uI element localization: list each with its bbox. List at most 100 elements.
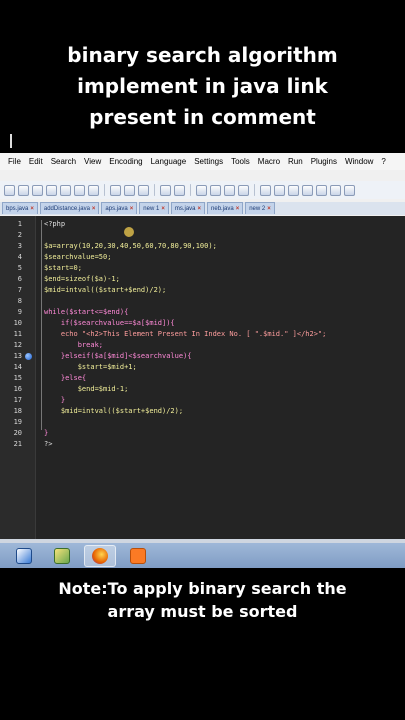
caption-line: binary search algorithm <box>67 43 338 67</box>
toolbar-separator <box>190 184 191 196</box>
close-tab-icon[interactable]: × <box>92 206 96 212</box>
sync-scroll-icon[interactable] <box>260 184 271 196</box>
taskbar-item-media-player[interactable] <box>8 545 40 567</box>
paste-icon[interactable] <box>138 184 149 196</box>
tab-file[interactable]: new 1 × <box>139 202 169 214</box>
indent-guide-icon[interactable] <box>302 184 313 196</box>
caption-line: implement in java link <box>77 74 328 98</box>
video-caption-top: binary search algorithm implement in jav… <box>0 40 405 133</box>
tab-label: addDistance.java <box>43 206 90 212</box>
menu-encoding[interactable]: Encoding <box>105 157 146 166</box>
code-line: } <box>44 429 49 437</box>
save-all-icon[interactable] <box>46 184 57 196</box>
new-file-icon[interactable] <box>4 184 15 196</box>
tab-label: ms.java <box>174 206 196 212</box>
firefox-icon <box>92 547 108 564</box>
tab-file[interactable]: aps.java × <box>101 202 138 214</box>
open-file-icon[interactable] <box>18 184 29 196</box>
tab-file[interactable]: ms.java × <box>170 202 206 214</box>
toolbar-separator <box>154 184 155 196</box>
taskbar-item-paint[interactable] <box>46 545 78 567</box>
menu-plugins[interactable]: Plugins <box>307 157 341 166</box>
tab-file[interactable]: addDistance.java × <box>39 202 100 214</box>
toolbar <box>0 181 405 199</box>
record-macro-icon[interactable] <box>316 184 327 196</box>
fold-guide <box>41 220 42 430</box>
line-number: 4 <box>17 253 22 261</box>
menu-bar: File Edit Search View Encoding Language … <box>0 153 405 170</box>
close-tab-icon[interactable]: × <box>161 206 165 212</box>
menu-tools[interactable]: Tools <box>227 157 254 166</box>
tab-file[interactable]: new 2 × <box>245 202 275 214</box>
line-number: 14 <box>13 363 22 371</box>
code-editor[interactable]: 1 2 3 4 5 6 7 8 9 10 11 12 13 14 15 16 1… <box>0 216 405 539</box>
code-line: }else{ <box>44 374 87 382</box>
code-line: while($start<=$end){ <box>44 308 129 316</box>
menu-file[interactable]: File <box>4 157 25 166</box>
line-number: 5 <box>17 264 22 272</box>
code-line: $start=$mid+1; <box>44 363 137 371</box>
menu-settings[interactable]: Settings <box>190 157 227 166</box>
line-number: 12 <box>13 341 22 349</box>
zoom-out-icon[interactable] <box>238 184 249 196</box>
caption-line: array must be sorted <box>107 602 298 621</box>
copy-icon[interactable] <box>124 184 135 196</box>
all-chars-icon[interactable] <box>288 184 299 196</box>
menu-view[interactable]: View <box>80 157 105 166</box>
undo-icon[interactable] <box>160 184 171 196</box>
close-all-icon[interactable] <box>74 184 85 196</box>
close-tab-icon[interactable]: × <box>267 206 271 212</box>
find-icon[interactable] <box>196 184 207 196</box>
menu-language[interactable]: Language <box>147 157 191 166</box>
menu-run[interactable]: Run <box>284 157 307 166</box>
tab-file[interactable]: bps.java × <box>2 202 38 214</box>
line-number: 13 <box>13 352 22 360</box>
close-tab-icon[interactable]: × <box>130 206 134 212</box>
paint-brush-icon <box>54 547 70 564</box>
line-number: 21 <box>13 440 22 448</box>
stop-macro-icon[interactable] <box>330 184 341 196</box>
line-number: 7 <box>17 286 22 294</box>
close-icon[interactable] <box>60 184 71 196</box>
cut-icon[interactable] <box>110 184 121 196</box>
code-line: $mid=intval(($start+$end)/2); <box>44 407 184 415</box>
save-icon[interactable] <box>32 184 43 196</box>
windows-taskbar <box>0 543 405 568</box>
tab-label: neb.java <box>211 206 234 212</box>
line-number: 19 <box>13 418 22 426</box>
code-line: <?php <box>44 220 66 228</box>
menu-macro[interactable]: Macro <box>254 157 284 166</box>
bookmark-icon[interactable] <box>25 353 32 360</box>
editor-window: File Edit Search View Encoding Language … <box>0 153 405 568</box>
tab-file[interactable]: neb.java × <box>207 202 244 214</box>
code-line: $searchvalue=50; <box>44 253 112 261</box>
menu-edit[interactable]: Edit <box>25 157 47 166</box>
word-wrap-icon[interactable] <box>274 184 285 196</box>
line-number: 18 <box>13 407 22 415</box>
play-macro-icon[interactable] <box>344 184 355 196</box>
taskbar-item-firefox[interactable] <box>84 544 116 567</box>
zoom-in-icon[interactable] <box>224 184 235 196</box>
close-tab-icon[interactable]: × <box>198 206 202 212</box>
close-tab-icon[interactable]: × <box>236 206 240 212</box>
code-line: $mid=intval(($start+$end)/2); <box>44 286 167 294</box>
redo-icon[interactable] <box>174 184 185 196</box>
line-number: 17 <box>13 396 22 404</box>
menu-search[interactable]: Search <box>47 157 80 166</box>
line-number: 10 <box>13 319 22 327</box>
line-number: 1 <box>17 220 22 228</box>
toolbar-separator <box>104 184 105 196</box>
close-tab-icon[interactable]: × <box>30 206 34 212</box>
caption-line: present in comment <box>89 105 316 129</box>
code-line: } <box>44 396 66 404</box>
line-number: 16 <box>13 385 22 393</box>
code-line: $end=sizeof($a)-1; <box>44 275 120 283</box>
menu-help[interactable]: ? <box>377 157 389 166</box>
video-player-icon <box>16 547 32 564</box>
print-icon[interactable] <box>88 184 99 196</box>
replace-icon[interactable] <box>210 184 221 196</box>
line-number: 6 <box>17 275 22 283</box>
menu-window[interactable]: Window <box>341 157 377 166</box>
taskbar-item-xampp[interactable] <box>122 545 154 567</box>
line-number: 20 <box>13 429 22 437</box>
